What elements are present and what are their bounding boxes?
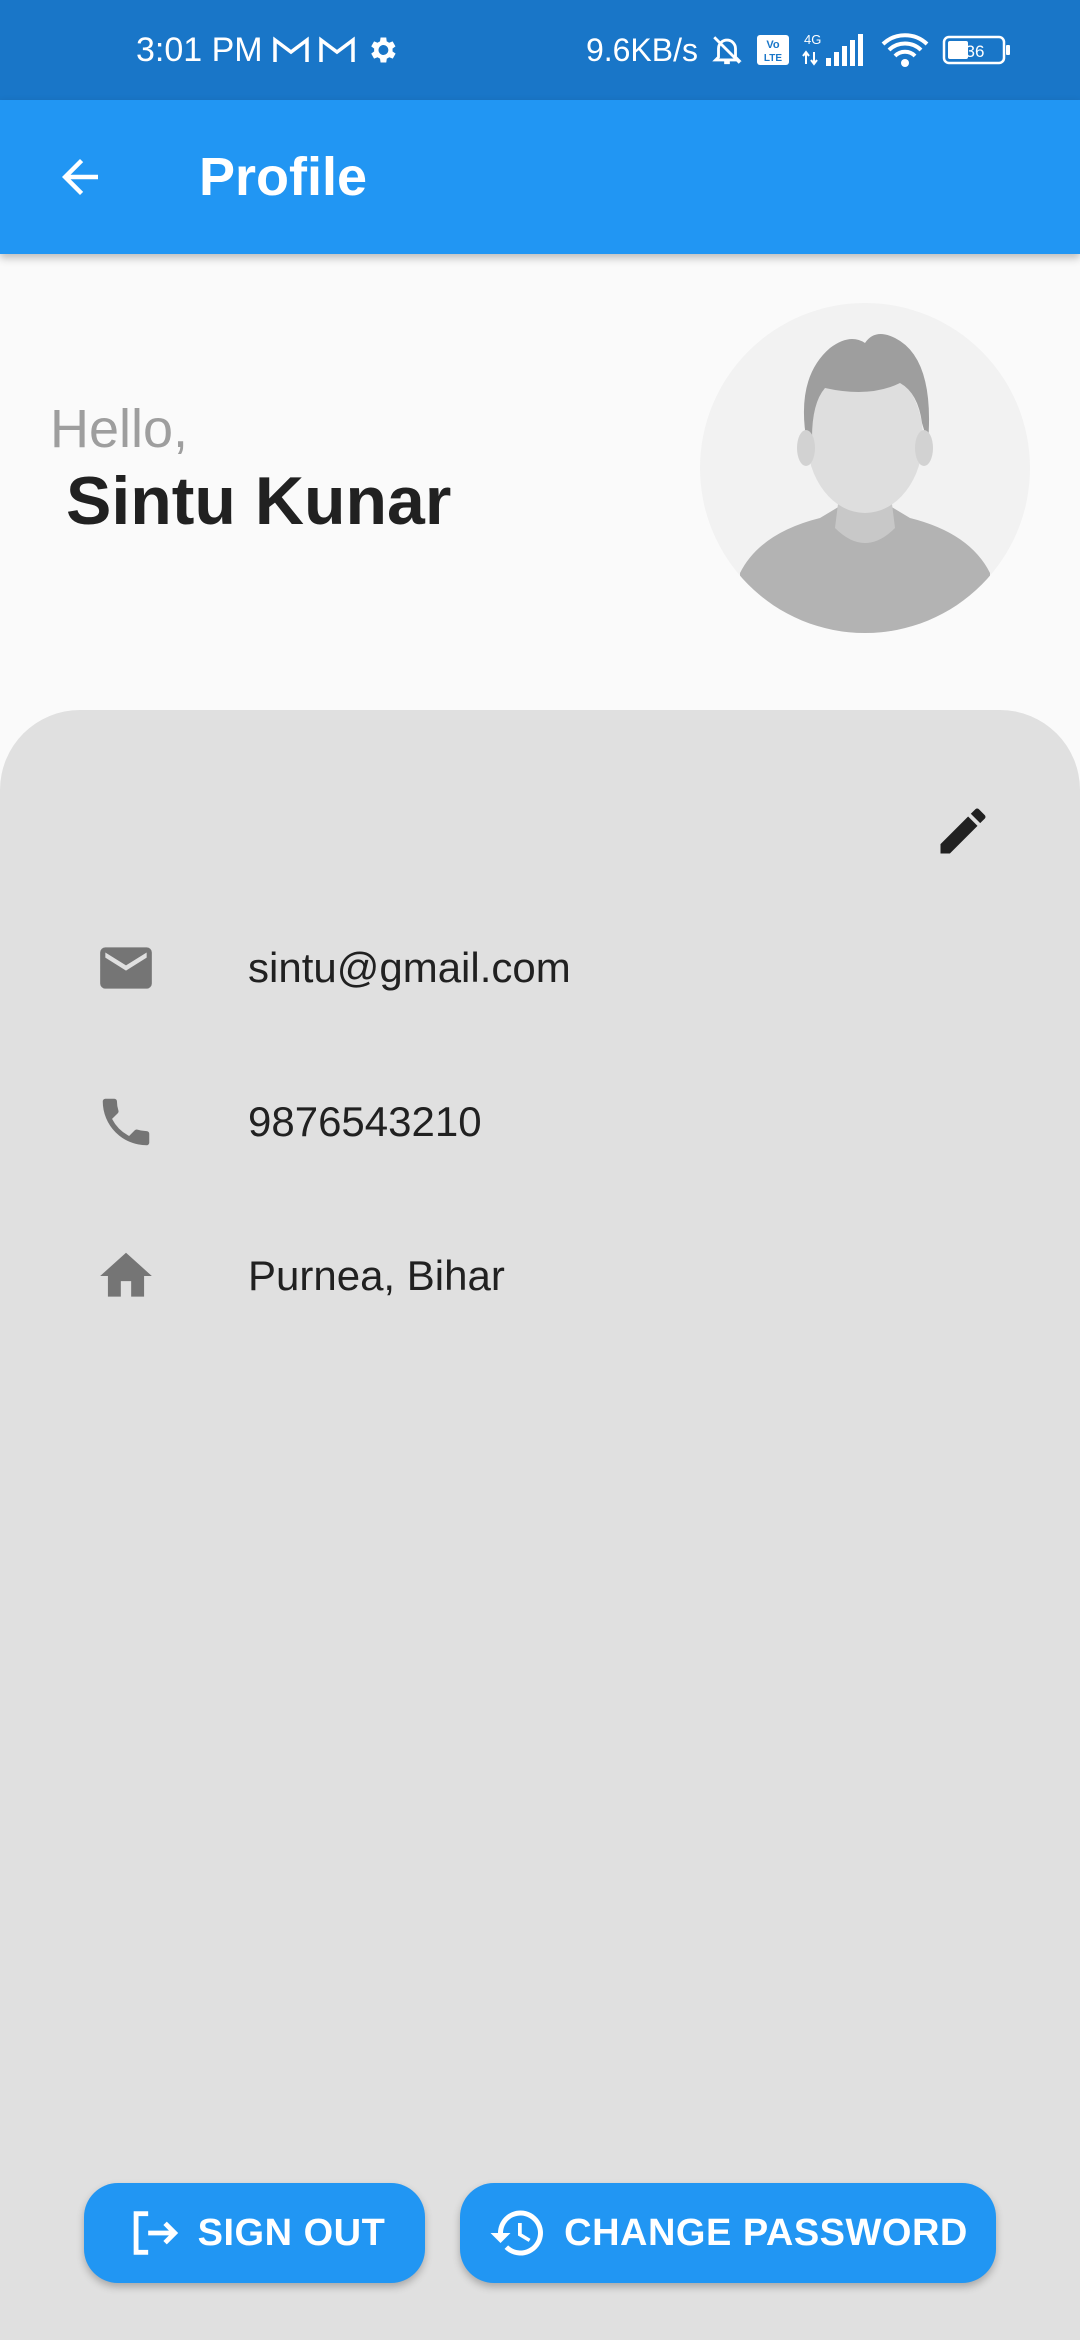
email-icon	[90, 932, 162, 1004]
greeting-text: Hello,	[50, 399, 189, 459]
mute-icon	[710, 32, 744, 68]
pencil-icon[interactable]	[933, 801, 993, 861]
phone-row: 9876543210	[90, 1082, 990, 1162]
logout-icon	[133, 2211, 178, 2255]
default-avatar-icon	[740, 334, 990, 633]
back-button[interactable]	[40, 137, 120, 217]
gmail-icon	[318, 36, 355, 64]
address-value: Purnea, Bihar	[248, 1252, 505, 1299]
email-row: sintu@gmail.com	[90, 928, 990, 1008]
battery-icon: 36	[942, 34, 1012, 66]
status-bar: 3:01 PM 9.6KB/s Vo LTE 4G 36	[0, 0, 1080, 100]
settings-icon	[365, 33, 399, 67]
status-time: 3:01 PM	[136, 30, 263, 69]
home-icon	[90, 1240, 162, 1312]
svg-text:Vo: Vo	[766, 39, 780, 51]
app-bar: Profile	[0, 100, 1080, 254]
signal-icon: 4G	[802, 32, 868, 68]
avatar	[700, 303, 1030, 633]
status-bar-left: 3:01 PM	[136, 0, 399, 100]
gmail-icon	[272, 36, 309, 64]
network-speed: 9.6KB/s	[585, 31, 698, 68]
battery-level: 36	[966, 42, 985, 61]
sign-out-label: SIGN OUT	[197, 2211, 386, 2254]
email-value: sintu@gmail.com	[248, 944, 571, 991]
phone-value: 9876543210	[248, 1098, 482, 1145]
wifi-icon	[880, 32, 930, 68]
user-name: Sintu Kunar	[66, 463, 452, 539]
history-icon	[490, 2210, 544, 2256]
profile-details-card: sintu@gmail.com 9876543210 Purnea, Bihar	[0, 710, 1080, 2340]
edit-button[interactable]	[928, 796, 998, 866]
status-bar-right: 9.6KB/s Vo LTE 4G 36	[586, 0, 1012, 100]
volte-icon: Vo LTE	[756, 34, 790, 66]
change-password-button[interactable]: CHANGE PASSWORD	[460, 2183, 996, 2283]
svg-text:4G: 4G	[804, 32, 821, 47]
page-title: Profile	[199, 147, 368, 207]
sign-out-button[interactable]: SIGN OUT	[84, 2183, 425, 2283]
phone-icon	[90, 1086, 162, 1158]
svg-text:LTE: LTE	[764, 53, 782, 64]
arrow-back-icon[interactable]	[53, 150, 107, 204]
address-row: Purnea, Bihar	[90, 1236, 990, 1316]
change-password-label: CHANGE PASSWORD	[564, 2211, 968, 2254]
